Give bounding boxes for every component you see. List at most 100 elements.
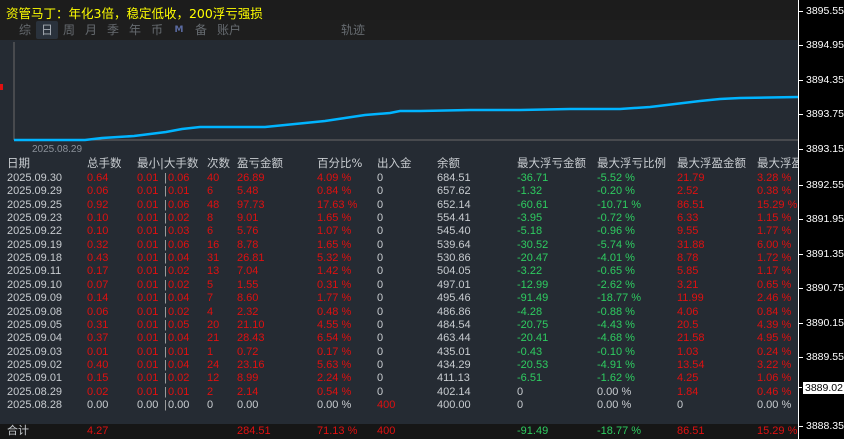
max-float-loss-pct: -0.65 % xyxy=(597,265,635,278)
max-lots: 0.04 xyxy=(168,292,190,305)
separator: | xyxy=(164,398,167,411)
balance: 484.54 xyxy=(437,318,471,331)
deposit: 0 xyxy=(377,185,384,198)
count: 16 xyxy=(207,238,220,251)
price-axis: 3895.55 3894.95 3894.35 3893.75 3893.15 3892.… xyxy=(798,0,844,439)
deposit: 0 xyxy=(377,292,384,305)
tab-10[interactable]: 轨迹 xyxy=(338,21,368,39)
tab-3[interactable]: 月 xyxy=(80,21,102,39)
tab-0[interactable]: 综 xyxy=(14,21,36,39)
max-float-loss: 0 xyxy=(517,398,524,411)
max-float-loss: -3.95 xyxy=(517,212,543,225)
max-float-loss: -20.41 xyxy=(517,332,549,345)
max-float-profit-pct: 0.84 % xyxy=(757,305,792,318)
column-header: 余额 xyxy=(437,156,460,170)
tab-8[interactable]: 备 xyxy=(190,21,212,39)
y-tick-label: 3893.75 xyxy=(806,108,844,120)
max-float-loss-pct: 0.00 % xyxy=(597,385,632,398)
separator: | xyxy=(164,172,167,184)
percent: 0.54 % xyxy=(317,385,352,398)
y-tick: 3895.55 xyxy=(799,5,844,17)
count: 5 xyxy=(207,278,214,291)
tab-2[interactable]: 周 xyxy=(58,21,80,39)
max-float-loss-pct: -5.74 % xyxy=(597,238,635,251)
total-deposit: 400 xyxy=(377,425,396,437)
balance: 652.14 xyxy=(437,198,471,211)
count: 1 xyxy=(207,345,214,358)
max-float-profit-pct: 6.00 % xyxy=(757,238,792,251)
balance: 539.64 xyxy=(437,238,471,251)
deposit: 0 xyxy=(377,372,384,385)
min-lots: 0.01 xyxy=(137,305,159,318)
max-lots: 0.02 xyxy=(168,278,190,291)
max-float-loss: -91.49 xyxy=(517,292,549,305)
table-row: 2025.09.18 0.43 0.01 | 0.04 31 26.81 5.32 % 0 530… xyxy=(0,251,798,265)
total-row: 合计 4.27 284.51 71.13 % 400 -91.49 -18.77 % 86.5… xyxy=(0,424,798,439)
deposit: 0 xyxy=(377,212,384,225)
pnl: 2.32 xyxy=(237,305,259,318)
tab-4[interactable]: 季 xyxy=(102,21,124,39)
tab-9[interactable]: 账户 xyxy=(212,21,246,39)
max-float-profit: 1.84 xyxy=(677,385,699,398)
table-header: 日期 总手数 最小|大手数 次数 盈亏金额 百分比% 出入金 余额 最大浮亏金额 最大浮亏比例 最大… xyxy=(0,156,803,170)
pnl: 2.14 xyxy=(237,385,259,398)
tab-6[interactable]: 币 xyxy=(146,21,168,39)
max-float-loss-pct: -1.62 % xyxy=(597,372,635,385)
date: 2025.09.04 xyxy=(7,332,63,345)
max-lots: 0.01 xyxy=(168,345,190,358)
y-tick: 3894.95 xyxy=(799,39,844,51)
max-float-profit: 6.33 xyxy=(677,212,699,225)
count: 20 xyxy=(207,318,220,331)
pnl: 21.10 xyxy=(237,318,265,331)
max-float-profit: 1.03 xyxy=(677,345,699,358)
deposit: 0 xyxy=(377,172,384,184)
balance: 495.46 xyxy=(437,292,471,305)
pnl: 5.76 xyxy=(237,225,259,238)
max-float-loss: -36.71 xyxy=(517,172,549,184)
tab-7[interactable]: M xyxy=(168,21,190,39)
max-lots: 0.01 xyxy=(168,385,190,398)
min-lots: 0.01 xyxy=(137,238,159,251)
max-float-profit-pct: 2.46 % xyxy=(757,292,792,305)
min-lots: 0.01 xyxy=(137,225,159,238)
table-row: 2025.09.23 0.10 0.01 | 0.02 8 9.01 1.65 % 0 554.4… xyxy=(0,211,798,225)
max-float-profit: 13.54 xyxy=(677,358,705,371)
tab-5[interactable]: 年 xyxy=(124,21,146,39)
max-float-profit: 4.06 xyxy=(677,305,699,318)
panel-title: 资管马丁：年化3倍，稳定低收，200浮亏强损 xyxy=(0,0,798,21)
pnl: 26.89 xyxy=(237,172,265,184)
pnl: 9.01 xyxy=(237,212,259,225)
max-float-profit-pct: 0.24 % xyxy=(757,345,792,358)
count: 0 xyxy=(207,398,214,411)
total-lots: 0.00 xyxy=(87,398,109,411)
count: 24 xyxy=(207,358,220,371)
total-max-profit: 86.51 xyxy=(677,425,705,437)
max-float-loss-pct: -0.10 % xyxy=(597,345,635,358)
max-lots: 0.04 xyxy=(168,358,190,371)
balance: 684.51 xyxy=(437,172,471,184)
percent: 5.32 % xyxy=(317,252,352,265)
percent: 1.42 % xyxy=(317,265,352,278)
count: 13 xyxy=(207,265,220,278)
tab-1[interactable]: 日 xyxy=(36,21,58,39)
total-lots: 0.10 xyxy=(87,225,109,238)
max-float-loss: -1.32 xyxy=(517,185,543,198)
y-tick-label: 3890.15 xyxy=(806,317,844,329)
max-float-loss: -0.43 xyxy=(517,345,543,358)
table-row: 2025.09.30 0.64 0.01 | 0.06 40 26.89 4.09 % 0 684… xyxy=(0,171,798,185)
date: 2025.09.18 xyxy=(7,252,63,265)
max-float-loss: -20.53 xyxy=(517,358,549,371)
total-lots: 0.43 xyxy=(87,252,109,265)
max-float-loss-pct: 0.00 % xyxy=(597,398,632,411)
column-header: 最大浮盈 xyxy=(757,156,803,170)
date: 2025.09.10 xyxy=(7,278,63,291)
chart-x-label: 2025.08.29 xyxy=(32,144,82,155)
pnl: 0.72 xyxy=(237,345,259,358)
count: 2 xyxy=(207,385,214,398)
y-tick-label: 3889.55 xyxy=(806,351,844,363)
balance: 657.62 xyxy=(437,185,471,198)
separator: | xyxy=(164,305,167,318)
total-max-loss: -91.49 xyxy=(517,425,549,437)
table-row: 2025.09.25 0.92 0.01 | 0.06 48 97.73 17.63 % 0 65… xyxy=(0,198,798,212)
pnl: 7.04 xyxy=(237,265,259,278)
